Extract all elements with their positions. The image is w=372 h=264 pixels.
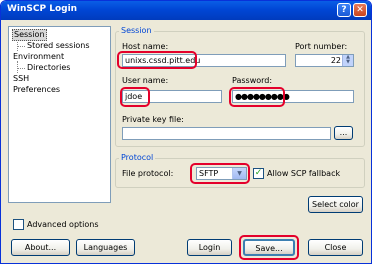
protocol-legend: Protocol <box>119 153 156 163</box>
tree-connector <box>17 46 25 47</box>
tree-item-ssh[interactable]: SSH <box>13 74 29 84</box>
port-number-value: 22 <box>330 56 341 65</box>
login-button[interactable]: Login <box>187 239 232 256</box>
help-icon[interactable]: ? <box>337 3 351 17</box>
private-key-input[interactable] <box>122 127 331 140</box>
tree-connector <box>17 61 18 73</box>
private-key-label: Private key file: <box>122 115 184 124</box>
spin-arrows-icon[interactable]: ▲ ▼ <box>342 55 353 66</box>
languages-button[interactable]: Languages <box>76 239 135 256</box>
about-button[interactable]: About... <box>11 239 70 256</box>
tree-item-environment[interactable]: Environment <box>13 52 64 62</box>
user-name-label: User name: <box>122 76 169 85</box>
host-name-highlight <box>117 51 197 69</box>
advanced-options-checkbox[interactable] <box>13 219 24 230</box>
port-number-label: Port number: <box>295 42 348 51</box>
close-button[interactable]: Close <box>308 239 363 256</box>
save-highlight <box>239 235 299 260</box>
browse-key-button[interactable]: ... <box>334 126 353 140</box>
scp-fallback-label: Allow SCP fallback <box>267 169 341 178</box>
tree-item-directories[interactable]: Directories <box>27 63 70 73</box>
session-legend: Session <box>119 26 154 36</box>
port-number-stepper[interactable]: 22 ▲ ▼ <box>295 54 354 67</box>
close-icon[interactable]: ✕ <box>353 3 367 17</box>
user-name-highlight <box>120 87 150 107</box>
file-protocol-highlight <box>190 163 250 184</box>
tree-item-session[interactable]: Session <box>12 29 47 41</box>
password-label: Password: <box>232 76 273 85</box>
navigation-tree[interactable]: Session Stored sessions Environment Dire… <box>8 26 111 203</box>
title-bar[interactable]: WinSCP Login ? ✕ <box>1 1 371 20</box>
file-protocol-label: File protocol: <box>122 169 174 178</box>
window-title: WinSCP Login <box>7 4 78 14</box>
winscp-login-window: WinSCP Login ? ✕ Session Stored sessions… <box>0 0 372 264</box>
scp-fallback-checkbox[interactable]: ✓ <box>253 168 264 179</box>
password-highlight <box>229 87 285 107</box>
tree-connector <box>17 68 25 69</box>
tree-item-preferences[interactable]: Preferences <box>13 85 60 95</box>
select-color-button[interactable]: Select color <box>308 196 363 213</box>
tree-item-stored-sessions[interactable]: Stored sessions <box>27 41 90 51</box>
advanced-options-label: Advanced options <box>27 220 99 229</box>
